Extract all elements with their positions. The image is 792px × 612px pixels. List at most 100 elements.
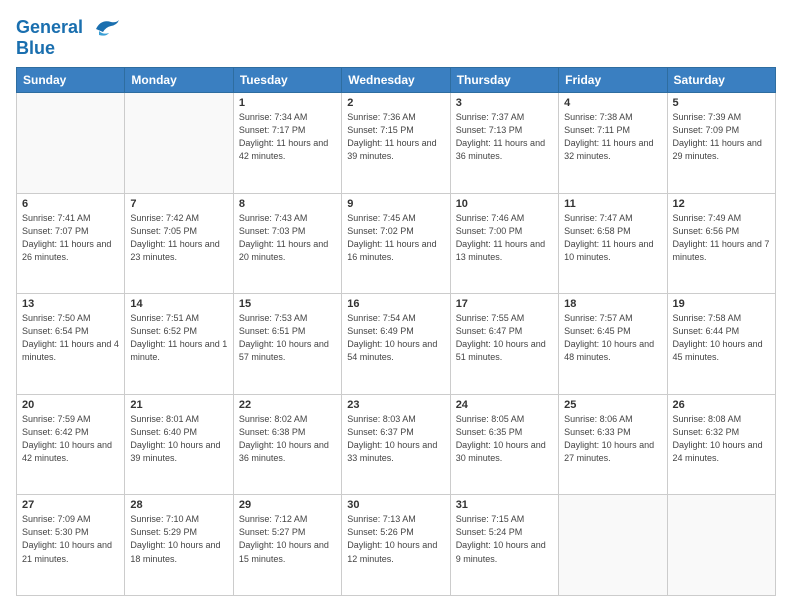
- calendar-day-header: Monday: [125, 68, 233, 93]
- calendar-day-cell: 17Sunrise: 7:55 AM Sunset: 6:47 PM Dayli…: [450, 294, 558, 395]
- calendar-day-cell: 14 Sunrise: 7:51 AM Sunset: 6:52 PM Dayli…: [125, 294, 233, 395]
- calendar-table: SundayMondayTuesdayWednesdayThursdayFrid…: [16, 67, 776, 596]
- day-number: 14: [130, 298, 227, 310]
- calendar-day-cell: 22Sunrise: 8:02 AM Sunset: 6:38 PM Dayli…: [233, 394, 341, 495]
- day-detail: Sunrise: 7:53 AM Sunset: 6:51 PM Dayligh…: [239, 312, 336, 364]
- day-number: 19: [673, 298, 770, 310]
- calendar-day-cell: 3Sunrise: 7:37 AM Sunset: 7:13 PM Daylig…: [450, 93, 558, 194]
- day-detail: Sunrise: 7:50 AM Sunset: 6:54 PM Dayligh…: [22, 312, 119, 364]
- day-detail: Sunrise: 7:36 AM Sunset: 7:15 PM Dayligh…: [347, 111, 444, 163]
- day-detail: Sunrise: 7:51 AM Sunset: 6:52 PM Dayligh…: [130, 312, 227, 364]
- day-number: 27: [22, 499, 119, 511]
- day-detail: Sunrise: 7:10 AM Sunset: 5:29 PM Dayligh…: [130, 513, 227, 565]
- day-number: 12: [673, 198, 770, 210]
- logo: General Blue: [16, 16, 121, 59]
- day-detail: Sunrise: 7:57 AM Sunset: 6:45 PM Dayligh…: [564, 312, 661, 364]
- calendar-day-cell: 24 Sunrise: 8:05 AM Sunset: 6:35 PM Dayli…: [450, 394, 558, 495]
- day-number: 29: [239, 499, 336, 511]
- calendar-day-cell: 20Sunrise: 7:59 AM Sunset: 6:42 PM Dayli…: [17, 394, 125, 495]
- day-number: 1: [239, 97, 336, 109]
- calendar-day-header: Saturday: [667, 68, 775, 93]
- day-detail: Sunrise: 7:58 AM Sunset: 6:44 PM Dayligh…: [673, 312, 770, 364]
- day-number: 26: [673, 399, 770, 411]
- calendar-day-cell: 26 Sunrise: 8:08 AM Sunset: 6:32 PM Dayli…: [667, 394, 775, 495]
- calendar-empty-cell: [17, 93, 125, 194]
- day-number: 4: [564, 97, 661, 109]
- day-number: 25: [564, 399, 661, 411]
- calendar-day-cell: 21Sunrise: 8:01 AM Sunset: 6:40 PM Dayli…: [125, 394, 233, 495]
- calendar-week-row: 20Sunrise: 7:59 AM Sunset: 6:42 PM Dayli…: [17, 394, 776, 495]
- day-detail: Sunrise: 8:06 AM Sunset: 6:33 PM Dayligh…: [564, 413, 661, 465]
- calendar-day-cell: 27 Sunrise: 7:09 AM Sunset: 5:30 PM Dayli…: [17, 495, 125, 596]
- day-detail: Sunrise: 7:47 AM Sunset: 6:58 PM Dayligh…: [564, 212, 661, 264]
- day-detail: Sunrise: 7:12 AM Sunset: 5:27 PM Dayligh…: [239, 513, 336, 565]
- day-detail: Sunrise: 8:03 AM Sunset: 6:37 PM Dayligh…: [347, 413, 444, 465]
- calendar-day-cell: 9Sunrise: 7:45 AM Sunset: 7:02 PM Daylig…: [342, 193, 450, 294]
- calendar-day-cell: 30 Sunrise: 7:13 AM Sunset: 5:26 PM Dayli…: [342, 495, 450, 596]
- calendar-day-cell: 19 Sunrise: 7:58 AM Sunset: 6:44 PM Dayli…: [667, 294, 775, 395]
- day-number: 22: [239, 399, 336, 411]
- calendar-day-cell: 28 Sunrise: 7:10 AM Sunset: 5:29 PM Dayli…: [125, 495, 233, 596]
- logo-text: General: [16, 16, 121, 40]
- day-number: 2: [347, 97, 444, 109]
- day-number: 5: [673, 97, 770, 109]
- day-detail: Sunrise: 7:13 AM Sunset: 5:26 PM Dayligh…: [347, 513, 444, 565]
- day-number: 17: [456, 298, 553, 310]
- logo-blue: Blue: [16, 38, 121, 59]
- calendar-day-cell: 23 Sunrise: 8:03 AM Sunset: 6:37 PM Dayli…: [342, 394, 450, 495]
- calendar-day-cell: 2 Sunrise: 7:36 AM Sunset: 7:15 PM Daylig…: [342, 93, 450, 194]
- day-number: 18: [564, 298, 661, 310]
- day-detail: Sunrise: 7:49 AM Sunset: 6:56 PM Dayligh…: [673, 212, 770, 264]
- calendar-day-cell: 16Sunrise: 7:54 AM Sunset: 6:49 PM Dayli…: [342, 294, 450, 395]
- day-detail: Sunrise: 7:42 AM Sunset: 7:05 PM Dayligh…: [130, 212, 227, 264]
- day-number: 8: [239, 198, 336, 210]
- day-number: 6: [22, 198, 119, 210]
- day-detail: Sunrise: 7:37 AM Sunset: 7:13 PM Dayligh…: [456, 111, 553, 163]
- calendar-day-cell: 12 Sunrise: 7:49 AM Sunset: 6:56 PM Dayli…: [667, 193, 775, 294]
- day-detail: Sunrise: 8:05 AM Sunset: 6:35 PM Dayligh…: [456, 413, 553, 465]
- day-detail: Sunrise: 7:15 AM Sunset: 5:24 PM Dayligh…: [456, 513, 553, 565]
- calendar-header-row: SundayMondayTuesdayWednesdayThursdayFrid…: [17, 68, 776, 93]
- day-detail: Sunrise: 7:43 AM Sunset: 7:03 PM Dayligh…: [239, 212, 336, 264]
- day-detail: Sunrise: 7:09 AM Sunset: 5:30 PM Dayligh…: [22, 513, 119, 565]
- calendar-day-header: Tuesday: [233, 68, 341, 93]
- calendar-day-cell: 4 Sunrise: 7:38 AM Sunset: 7:11 PM Daylig…: [559, 93, 667, 194]
- day-number: 24: [456, 399, 553, 411]
- day-number: 30: [347, 499, 444, 511]
- day-number: 28: [130, 499, 227, 511]
- calendar-week-row: 13 Sunrise: 7:50 AM Sunset: 6:54 PM Dayli…: [17, 294, 776, 395]
- day-number: 23: [347, 399, 444, 411]
- logo-bird-icon: [91, 16, 121, 40]
- day-detail: Sunrise: 7:46 AM Sunset: 7:00 PM Dayligh…: [456, 212, 553, 264]
- calendar-day-cell: 29 Sunrise: 7:12 AM Sunset: 5:27 PM Dayli…: [233, 495, 341, 596]
- day-detail: Sunrise: 7:41 AM Sunset: 7:07 PM Dayligh…: [22, 212, 119, 264]
- day-number: 11: [564, 198, 661, 210]
- day-number: 16: [347, 298, 444, 310]
- calendar-week-row: 6 Sunrise: 7:41 AM Sunset: 7:07 PM Daylig…: [17, 193, 776, 294]
- day-number: 13: [22, 298, 119, 310]
- calendar-day-header: Thursday: [450, 68, 558, 93]
- calendar-empty-cell: [125, 93, 233, 194]
- calendar-day-cell: 5Sunrise: 7:39 AM Sunset: 7:09 PM Daylig…: [667, 93, 775, 194]
- calendar-day-cell: 11 Sunrise: 7:47 AM Sunset: 6:58 PM Dayli…: [559, 193, 667, 294]
- calendar-day-cell: 31 Sunrise: 7:15 AM Sunset: 5:24 PM Dayli…: [450, 495, 558, 596]
- day-number: 10: [456, 198, 553, 210]
- day-number: 31: [456, 499, 553, 511]
- calendar-day-cell: 18 Sunrise: 7:57 AM Sunset: 6:45 PM Dayli…: [559, 294, 667, 395]
- day-detail: Sunrise: 7:45 AM Sunset: 7:02 PM Dayligh…: [347, 212, 444, 264]
- calendar-week-row: 1 Sunrise: 7:34 AM Sunset: 7:17 PM Daylig…: [17, 93, 776, 194]
- calendar-empty-cell: [559, 495, 667, 596]
- page-header: General Blue: [16, 16, 776, 59]
- day-number: 7: [130, 198, 227, 210]
- day-detail: Sunrise: 7:59 AM Sunset: 6:42 PM Dayligh…: [22, 413, 119, 465]
- calendar-day-cell: 10 Sunrise: 7:46 AM Sunset: 7:00 PM Dayli…: [450, 193, 558, 294]
- calendar-day-header: Wednesday: [342, 68, 450, 93]
- day-number: 21: [130, 399, 227, 411]
- day-detail: Sunrise: 8:08 AM Sunset: 6:32 PM Dayligh…: [673, 413, 770, 465]
- day-detail: Sunrise: 7:34 AM Sunset: 7:17 PM Dayligh…: [239, 111, 336, 163]
- day-detail: Sunrise: 7:38 AM Sunset: 7:11 PM Dayligh…: [564, 111, 661, 163]
- calendar-day-cell: 25 Sunrise: 8:06 AM Sunset: 6:33 PM Dayli…: [559, 394, 667, 495]
- calendar-week-row: 27 Sunrise: 7:09 AM Sunset: 5:30 PM Dayli…: [17, 495, 776, 596]
- calendar-day-header: Friday: [559, 68, 667, 93]
- day-number: 15: [239, 298, 336, 310]
